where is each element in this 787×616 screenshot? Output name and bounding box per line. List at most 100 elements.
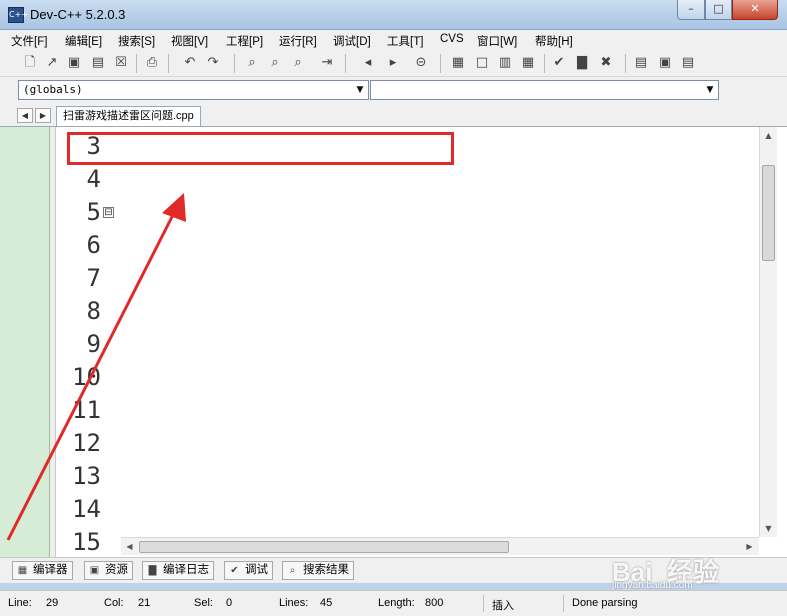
chevron-down-icon: ▼ <box>356 85 364 95</box>
scope-selector[interactable]: (globals) ▼ <box>18 80 369 100</box>
close-file-icon[interactable]: ☒ <box>112 54 130 72</box>
project-options-icon[interactable]: □ <box>473 54 491 72</box>
menu-file[interactable]: 文件[F] <box>11 33 47 49</box>
indent-icon[interactable]: ▸ <box>384 54 402 72</box>
scope-selector-value: (globals) <box>23 83 83 96</box>
file-tab-bar: ◀ ▶ 扫雷游戏描述雷区问题.cpp <box>0 104 787 126</box>
tab-compiler-label: 编译器 <box>33 564 68 576</box>
compile-run-icon[interactable]: ▤ <box>679 54 697 72</box>
vertical-scroll-thumb[interactable] <box>762 165 775 261</box>
symbol-selector[interactable]: ▼ <box>370 80 719 100</box>
horizontal-scroll-thumb[interactable] <box>139 541 509 553</box>
tab-active-file[interactable]: 扫雷游戏描述雷区问题.cpp <box>56 106 201 126</box>
status-bar: Line: 29 Col: 21 Sel: 0 Lines: 45 Length… <box>0 590 787 616</box>
chevron-down-icon: ▼ <box>706 85 714 95</box>
menu-help[interactable]: 帮助[H] <box>535 33 573 49</box>
scroll-left-icon[interactable]: ◀ <box>121 538 138 555</box>
status-lines-value: 45 <box>320 597 333 609</box>
menu-cvs[interactable]: CVS <box>440 33 464 45</box>
tab-resources-label: 资源 <box>105 564 128 576</box>
check-icon: ✔ <box>230 565 239 576</box>
tab-search-results[interactable]: ⌕ 搜索结果 <box>282 561 354 580</box>
status-sel-value: 0 <box>226 597 233 609</box>
menu-debug[interactable]: 调试[D] <box>333 33 371 49</box>
line-number: 14 <box>72 495 101 523</box>
menu-edit[interactable]: 编辑[E] <box>65 33 102 49</box>
scroll-down-icon[interactable]: ▼ <box>760 520 777 537</box>
project-panel[interactable] <box>0 127 50 558</box>
toolbar-separator <box>168 54 169 73</box>
stop-icon[interactable]: ✖ <box>597 54 615 72</box>
run-icon[interactable]: ▣ <box>656 54 674 72</box>
class-browser-icon[interactable]: ▥ <box>496 54 514 72</box>
maximize-button[interactable]: □ <box>705 0 732 20</box>
menu-view[interactable]: 视图[V] <box>171 33 208 49</box>
save-all-icon[interactable]: ▤ <box>89 54 107 72</box>
resources-icon: ▣ <box>89 565 100 576</box>
menu-search[interactable]: 搜索[S] <box>118 33 155 49</box>
code-text-area[interactable] <box>121 127 759 537</box>
toggle-comment-icon[interactable]: ⊝ <box>412 54 430 72</box>
find-next-icon[interactable]: ⌕ <box>289 54 307 72</box>
undo-icon[interactable]: ↶ <box>181 54 199 72</box>
vertical-scrollbar[interactable]: ▲ ▼ <box>759 127 777 537</box>
line-number: 13 <box>72 462 101 490</box>
line-number: 10 <box>72 363 101 391</box>
status-separator <box>563 595 564 612</box>
save-icon[interactable]: ▣ <box>65 54 83 72</box>
replace-icon[interactable]: ⌕ <box>266 54 284 72</box>
tab-debug[interactable]: ✔ 调试 <box>224 561 273 580</box>
line-number: 5 <box>86 198 101 226</box>
status-separator <box>483 595 484 612</box>
chart-icon[interactable]: ▇ <box>573 54 591 72</box>
unindent-icon[interactable]: ◂ <box>359 54 377 72</box>
status-col-value: 21 <box>138 597 151 609</box>
menu-project[interactable]: 工程[P] <box>226 33 263 49</box>
redo-icon[interactable]: ↷ <box>204 54 222 72</box>
line-number-gutter: 3 4 5 6 7 8 9 10 11 12 13 14 15 <box>56 127 121 556</box>
line-number: 8 <box>86 297 101 325</box>
watermark-url: jingyan.baidu.com <box>612 580 693 591</box>
fold-toggle-icon[interactable]: ⊟ <box>103 207 114 218</box>
tab-compile-log[interactable]: ▇ 编译日志 <box>142 561 214 580</box>
line-number: 6 <box>86 231 101 259</box>
print-icon[interactable]: ⎙ <box>143 54 161 72</box>
minimize-button[interactable]: – <box>677 0 705 20</box>
find-icon[interactable]: ⌕ <box>243 54 261 72</box>
status-length-value: 800 <box>425 597 444 609</box>
tab-compile-log-label: 编译日志 <box>163 564 209 576</box>
menu-window[interactable]: 窗口[W] <box>477 33 517 49</box>
tab-resources[interactable]: ▣ 资源 <box>84 561 133 580</box>
windows-icon[interactable]: ▦ <box>519 54 537 72</box>
close-button[interactable]: ✕ <box>732 0 778 20</box>
menu-run[interactable]: 运行[R] <box>279 33 317 49</box>
status-sel-label: Sel: <box>194 597 213 609</box>
status-parse-state: Done parsing <box>572 597 638 609</box>
tab-compiler[interactable]: ▦ 编译器 <box>12 561 73 580</box>
status-line-value: 29 <box>46 597 59 609</box>
line-number: 15 <box>72 528 101 556</box>
open-icon[interactable]: ↗ <box>43 54 61 72</box>
toolbar-separator <box>544 54 545 73</box>
line-number: 11 <box>72 396 101 424</box>
status-lines-label: Lines: <box>279 597 309 609</box>
scroll-up-icon[interactable]: ▲ <box>760 127 777 144</box>
tab-scroll-right-icon[interactable]: ▶ <box>35 108 51 123</box>
compile-icon[interactable]: ▤ <box>632 54 650 72</box>
title-bar: C++ Dev-C++ 5.2.0.3 – □ ✕ <box>0 0 787 30</box>
status-length-label: Length: <box>378 597 415 609</box>
line-number: 7 <box>86 264 101 292</box>
tab-scroll-left-icon[interactable]: ◀ <box>17 108 33 123</box>
new-file-icon[interactable]: 🗋 <box>21 54 39 72</box>
toolbar-separator <box>345 54 346 73</box>
toolbar-separator <box>625 54 626 73</box>
check-icon[interactable]: ✔ <box>550 54 568 72</box>
menu-tools[interactable]: 工具[T] <box>387 33 423 49</box>
editor-area: 3 4 5 6 7 8 9 10 11 12 13 14 15 ⊟ ▲ ▼ ◀ <box>0 126 787 558</box>
toolbar-separator <box>136 54 137 73</box>
goto-line-icon[interactable]: ⇥ <box>318 54 336 72</box>
line-number: 12 <box>72 429 101 457</box>
status-insert-mode: 插入 <box>492 600 514 612</box>
new-project-icon[interactable]: ▦ <box>449 54 467 72</box>
search-icon: ⌕ <box>289 565 296 576</box>
